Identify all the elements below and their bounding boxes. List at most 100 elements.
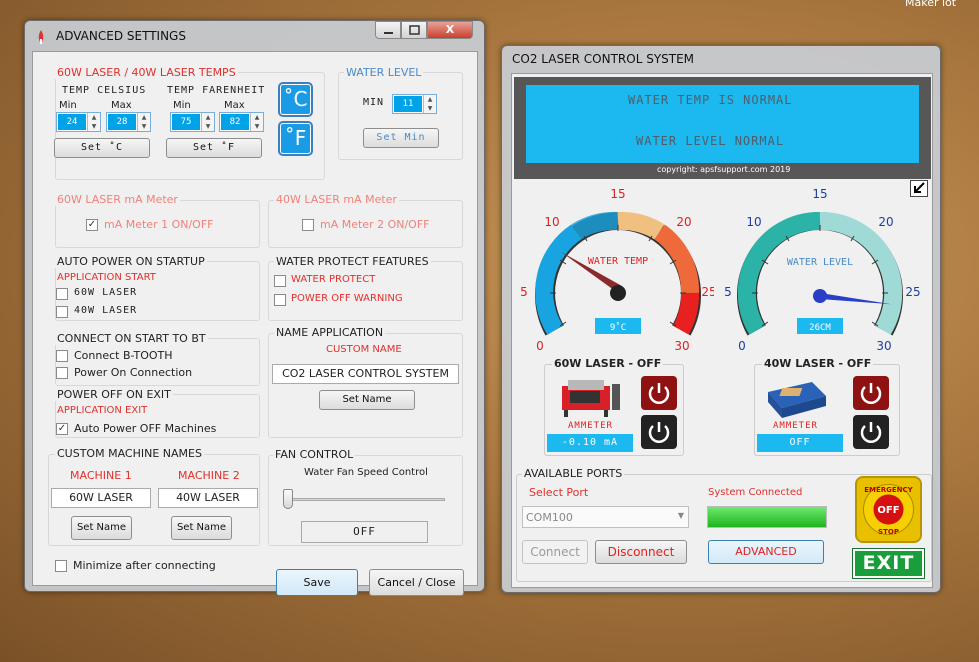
minimize-after-connect-label: Minimize after connecting [73,559,216,572]
copyright-text: copyright: apsfsupport.com 2019 [657,165,791,174]
power-off-warning-checkbox[interactable] [274,294,286,306]
temp-tick-20: 20 [676,215,691,229]
celsius-min-spinner[interactable]: 24 ▲ ▼ [56,112,101,132]
power-on-connection-checkbox[interactable] [56,367,68,379]
disconnect-button[interactable]: Disconnect [595,540,687,564]
water-level-min-spinner[interactable]: 11 ▲ ▼ [392,94,437,114]
connect-btooth-checkbox[interactable] [56,350,68,362]
fahrenheit-min-spinner[interactable]: 75 ▲ ▼ [170,112,215,132]
fan-speed-track [283,498,445,501]
fan-speed-slider[interactable] [283,489,293,509]
maximize-button[interactable] [401,21,427,39]
cancel-close-button[interactable]: Cancel / Close [369,569,464,596]
ma-meter-2-group-label: 40W LASER mA Meter [274,193,399,206]
connect-bt-group-label: CONNECT ON START TO BT [55,332,208,345]
auto-60w-checkbox[interactable] [56,288,68,300]
app-name-input[interactable]: CO2 LASER CONTROL SYSTEM [272,364,459,384]
laser-40w-machine-image [764,378,830,418]
c-min-label: Min [59,100,77,111]
temp-tick-30: 30 [674,339,689,353]
emergency-stop-button[interactable]: EMERGENCY OFF STOP [855,476,922,543]
window-title: ADVANCED SETTINGS [56,29,186,43]
laser-60w-ammeter-label: AMMETER [568,421,613,431]
port-select-value: COM100 [526,511,573,524]
machine-2-name-input[interactable]: 40W LASER [158,488,258,508]
spinner-arrows[interactable]: ▲ ▼ [87,113,100,131]
water-protect-group [268,261,463,321]
celsius-icon: ˚C [281,85,310,114]
ma-meter-2-checkbox[interactable] [302,219,314,231]
laser-40w-title: 40W LASER - OFF [762,357,874,370]
water-min-label: MIN [363,97,385,108]
estop-top-text: EMERGENCY [864,486,913,494]
level-tick-20: 20 [878,215,893,229]
laser-60w-power-on-button[interactable] [641,376,677,410]
flame-icon [37,30,45,44]
celsius-label: TEMP CELSIUS [62,85,147,96]
water-protect-checkbox[interactable] [274,275,286,287]
auto-power-off-checkbox[interactable]: ✓ [56,423,68,435]
connection-progress-fill [708,507,826,527]
name-app-group-label: NAME APPLICATION [274,326,386,339]
connect-button[interactable]: Connect [522,540,588,564]
auto-40w-checkbox[interactable] [56,306,68,318]
spinner-value: 75 [172,114,200,130]
select-port-label: Select Port [529,486,589,499]
celsius-icon-button[interactable]: ˚C [278,82,313,117]
fan-value-display: OFF [301,521,428,543]
set-fahrenheit-button[interactable]: Set ˚F [166,138,262,158]
fahrenheit-icon: ˚F [281,124,310,153]
ma-meter-1-group-label: 60W LASER mA Meter [55,193,180,206]
spinner-value: 24 [58,114,86,130]
temp-tick-15: 15 [610,187,625,201]
spinner-value: 82 [221,114,249,130]
set-celsius-button[interactable]: Set ˚C [54,138,150,158]
custom-name-label: CUSTOM NAME [326,344,402,355]
water-level-group-label: WATER LEVEL [344,66,424,79]
laser-60w-machine-image [556,376,622,418]
set-app-name-button[interactable]: Set Name [319,390,415,410]
laser-40w-power-on-button[interactable] [853,376,889,410]
power-icon [648,383,670,404]
spinner-arrows[interactable]: ▲ ▼ [201,113,214,131]
fahrenheit-icon-button[interactable]: ˚F [278,121,313,156]
level-tick-30: 30 [876,339,891,353]
connect-btooth-label: Connect B-TOOTH [74,349,173,362]
close-button[interactable]: X [427,21,473,39]
machine-1-label: MACHINE 1 [70,469,132,482]
laser-40w-power-off-button[interactable] [853,415,889,449]
desktop-corner-text: Maker lot [905,0,957,9]
machine-2-label: MACHINE 2 [178,469,240,482]
set-machine-2-name-button[interactable]: Set Name [171,516,232,540]
ma-meter-1-label: mA Meter 1 ON/OFF [104,218,214,231]
celsius-max-spinner[interactable]: 28 ▲ ▼ [106,112,151,132]
port-select[interactable]: COM100 ▼ [522,506,689,528]
custom-machine-group-label: CUSTOM MACHINE NAMES [55,447,204,460]
spinner-arrows[interactable]: ▲ ▼ [137,113,150,131]
auto-40w-label: 40W LASER [74,305,138,316]
power-on-connection-label: Power On Connection [74,366,193,379]
spinner-arrows[interactable]: ▲ ▼ [423,95,436,113]
level-readout: 26CM [809,323,831,333]
level-gauge-label: WATER LEVEL [787,257,853,268]
save-button[interactable]: Save [276,569,358,596]
co2-window-title: CO2 LASER CONTROL SYSTEM [512,52,695,66]
set-machine-1-name-button[interactable]: Set Name [71,516,132,540]
ma-meter-1-checkbox[interactable]: ✓ [86,219,98,231]
spinner-arrows[interactable]: ▲ ▼ [250,113,263,131]
set-min-button[interactable]: Set Min [363,128,439,148]
machine-1-name-input[interactable]: 60W LASER [51,488,151,508]
minimize-button[interactable] [375,21,401,39]
advanced-button[interactable]: ADVANCED [708,540,824,564]
system-connected-label: System Connected [708,487,803,498]
temp-tick-10: 10 [544,215,559,229]
fahrenheit-max-spinner[interactable]: 82 ▲ ▼ [219,112,264,132]
exit-button[interactable]: EXIT [852,548,925,579]
level-tick-0: 0 [738,339,746,353]
laser-60w-power-off-button[interactable] [641,415,677,449]
ports-group-label: AVAILABLE PORTS [522,467,625,480]
spinner-value: 11 [394,96,422,112]
minimize-after-connect-checkbox[interactable] [55,560,67,572]
fan-speed-label: Water Fan Speed Control [304,467,428,478]
water-protect-group-label: WATER PROTECT FEATURES [274,255,431,268]
